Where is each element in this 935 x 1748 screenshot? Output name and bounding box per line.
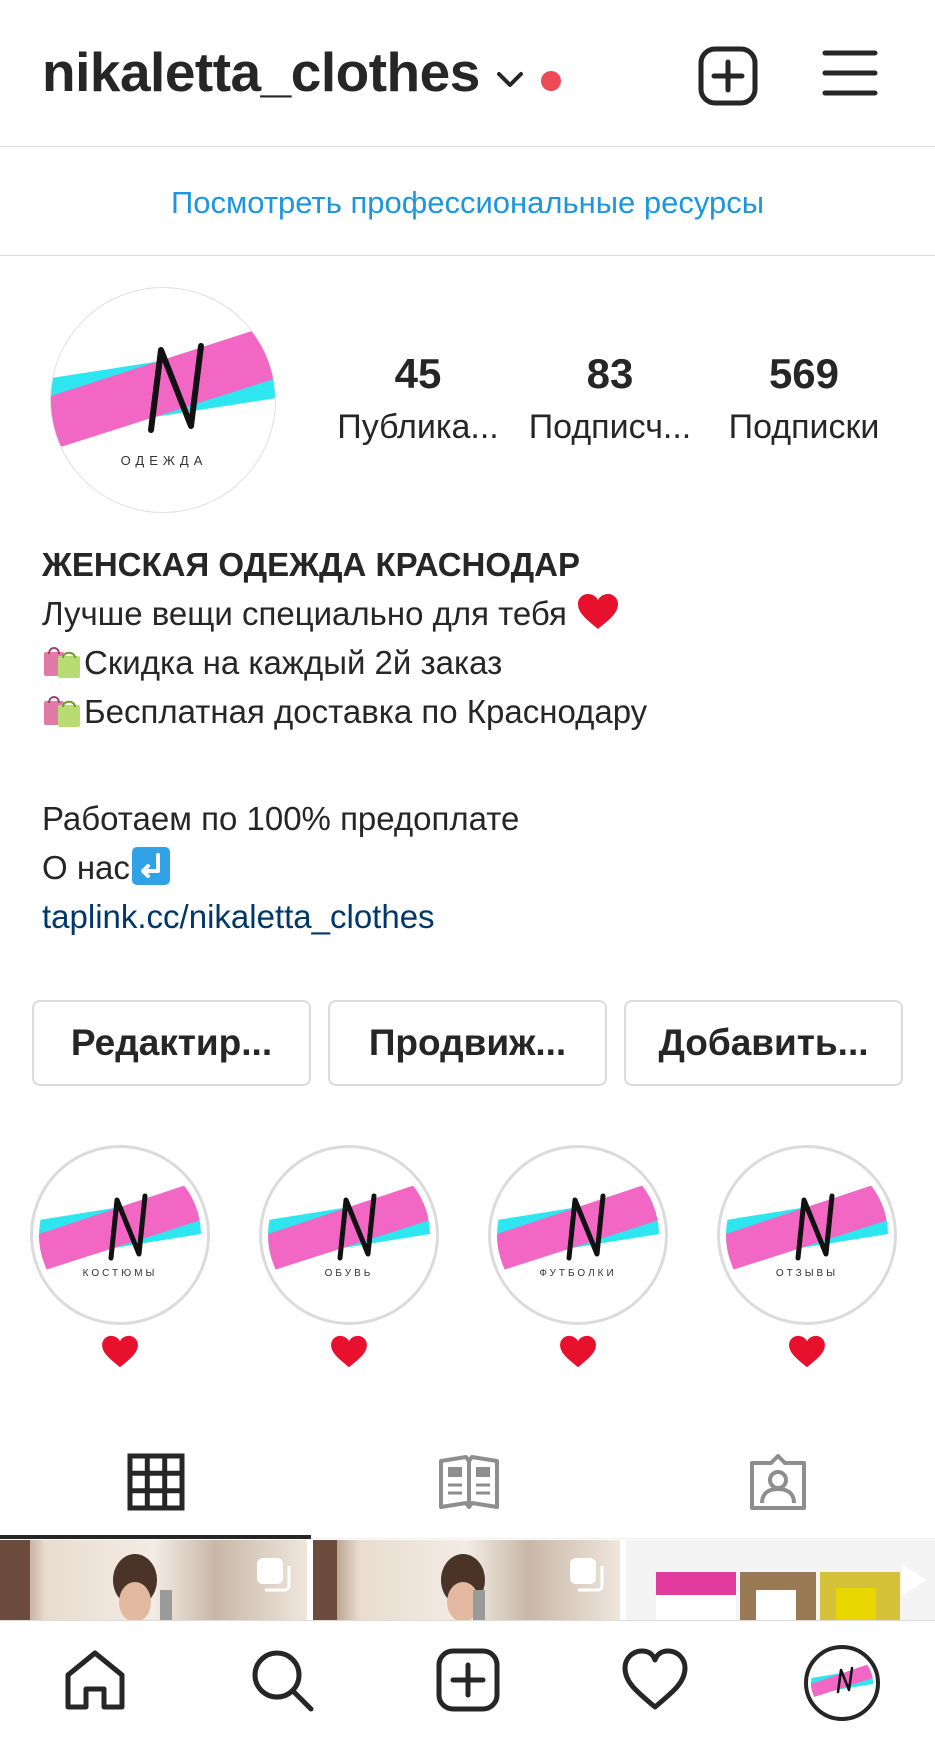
story-highlight[interactable]: ОБУВЬ [259, 1145, 439, 1375]
tab-posts-grid[interactable] [0, 1433, 311, 1539]
tab-tagged[interactable] [622, 1433, 933, 1539]
brand-logo-icon [51, 328, 275, 450]
carousel-icon [257, 1558, 291, 1592]
posts-grid [0, 1540, 935, 1620]
arrow-down-right-icon [131, 847, 170, 885]
following-label: Подписки [728, 408, 880, 446]
followers-number: 83 [586, 350, 634, 397]
highlight-ring [30, 1145, 210, 1325]
post-thumbnail[interactable] [0, 1540, 307, 1620]
bottom-navigation [0, 1620, 935, 1748]
profile-bio: ЖЕНСКАЯ ОДЕЖДА КРАСНОДАР Лучше вещи спец… [42, 540, 902, 941]
profile-tabs [0, 1433, 935, 1539]
profile-name: ЖЕНСКАЯ ОДЕЖДА КРАСНОДАР [42, 546, 580, 583]
highlight-cover-text: ОТЗЫВЫ [775, 1268, 839, 1279]
username-switcher[interactable]: nikaletta_clothes [42, 40, 480, 104]
story-highlight[interactable]: ОТЗЫВЫ [717, 1145, 897, 1375]
promote-button[interactable]: Продвиж... [328, 1000, 607, 1086]
posts-number: 45 [394, 350, 442, 397]
tab-guides[interactable] [311, 1433, 622, 1539]
grid-icon [127, 1453, 185, 1511]
highlight-ring [717, 1145, 897, 1325]
highlight-cover-text: ОБУВЬ [324, 1268, 374, 1279]
highlight-caption [717, 1335, 897, 1375]
highlight-ring [488, 1145, 668, 1325]
shopping-bags-icon [44, 647, 80, 678]
guides-icon [439, 1455, 499, 1509]
notification-dot [541, 71, 561, 91]
chevron-down-icon[interactable] [493, 62, 527, 96]
bio-text-4: Работаем по 100% предоплате [42, 800, 520, 837]
top-bar: nikaletta_clothes [0, 0, 935, 147]
following-number: 569 [768, 350, 840, 397]
post-thumbnail[interactable] [626, 1540, 935, 1620]
professional-resources-banner: Посмотреть профессиональные ресурсы [0, 147, 935, 256]
bio-text-1: Лучше вещи специально для тебя [42, 595, 567, 632]
edit-profile-button[interactable]: Редактир... [32, 1000, 311, 1086]
avatar-caption: ОДЕЖДА [120, 453, 208, 468]
red-heart-icon [331, 1335, 367, 1368]
posts-count[interactable]: 45 Публика... [318, 350, 518, 447]
professional-resources-link[interactable]: Посмотреть профессиональные ресурсы [171, 185, 764, 221]
create-icon[interactable] [433, 1645, 503, 1715]
brand-logo-icon [811, 1664, 873, 1698]
bio-text-3: Бесплатная доставка по Краснодару [84, 693, 648, 730]
bio-text-5: О нас [42, 849, 130, 886]
bio-line: Скидка на каждый 2й заказ [42, 638, 902, 687]
highlight-cover-text: ФУТБОЛКИ [539, 1268, 617, 1279]
bio-line: О нас [42, 843, 902, 892]
post-photo [656, 1564, 926, 1620]
bio-line: Лучше вещи специально для тебя [42, 589, 902, 638]
hamburger-menu-icon[interactable] [822, 48, 878, 98]
posts-label: Публика... [337, 408, 499, 446]
following-count[interactable]: 569 Подписки [704, 350, 904, 447]
red-heart-icon [560, 1335, 596, 1368]
red-heart-icon [578, 594, 619, 629]
red-heart-icon [102, 1335, 138, 1368]
highlight-cover-icon [497, 1184, 659, 1272]
profile-avatar[interactable]: ОДЕЖДА [50, 287, 276, 513]
shopping-bags-icon [44, 696, 80, 727]
story-highlight[interactable]: ФУТБОЛКИ [488, 1145, 668, 1375]
bio-text-2: Скидка на каждый 2й заказ [84, 644, 503, 681]
plus-square-icon[interactable] [698, 46, 758, 106]
carousel-icon [570, 1558, 604, 1592]
followers-count[interactable]: 83 Подписч... [510, 350, 710, 447]
highlight-ring [259, 1145, 439, 1325]
activity-heart-icon[interactable] [620, 1645, 690, 1715]
highlight-cover-icon [39, 1184, 201, 1272]
highlight-caption [30, 1335, 210, 1375]
post-thumbnail[interactable] [313, 1540, 620, 1620]
home-icon[interactable] [60, 1645, 130, 1715]
bio-line: Бесплатная доставка по Краснодару [42, 687, 902, 736]
highlight-caption [259, 1335, 439, 1375]
add-shop-button[interactable]: Добавить... [624, 1000, 903, 1086]
followers-label: Подписч... [528, 408, 692, 446]
profile-avatar[interactable] [804, 1645, 880, 1721]
highlight-cover-icon [726, 1184, 888, 1272]
highlight-cover-icon [268, 1184, 430, 1272]
highlight-caption [488, 1335, 668, 1375]
search-icon[interactable] [247, 1645, 317, 1715]
bio-link[interactable]: taplink.cc/nikaletta_clothes [42, 892, 902, 941]
tagged-icon [750, 1454, 806, 1510]
story-highlight[interactable]: КОСТЮМЫ [30, 1145, 210, 1375]
highlight-cover-text: КОСТЮМЫ [82, 1268, 158, 1279]
red-heart-icon [789, 1335, 825, 1368]
